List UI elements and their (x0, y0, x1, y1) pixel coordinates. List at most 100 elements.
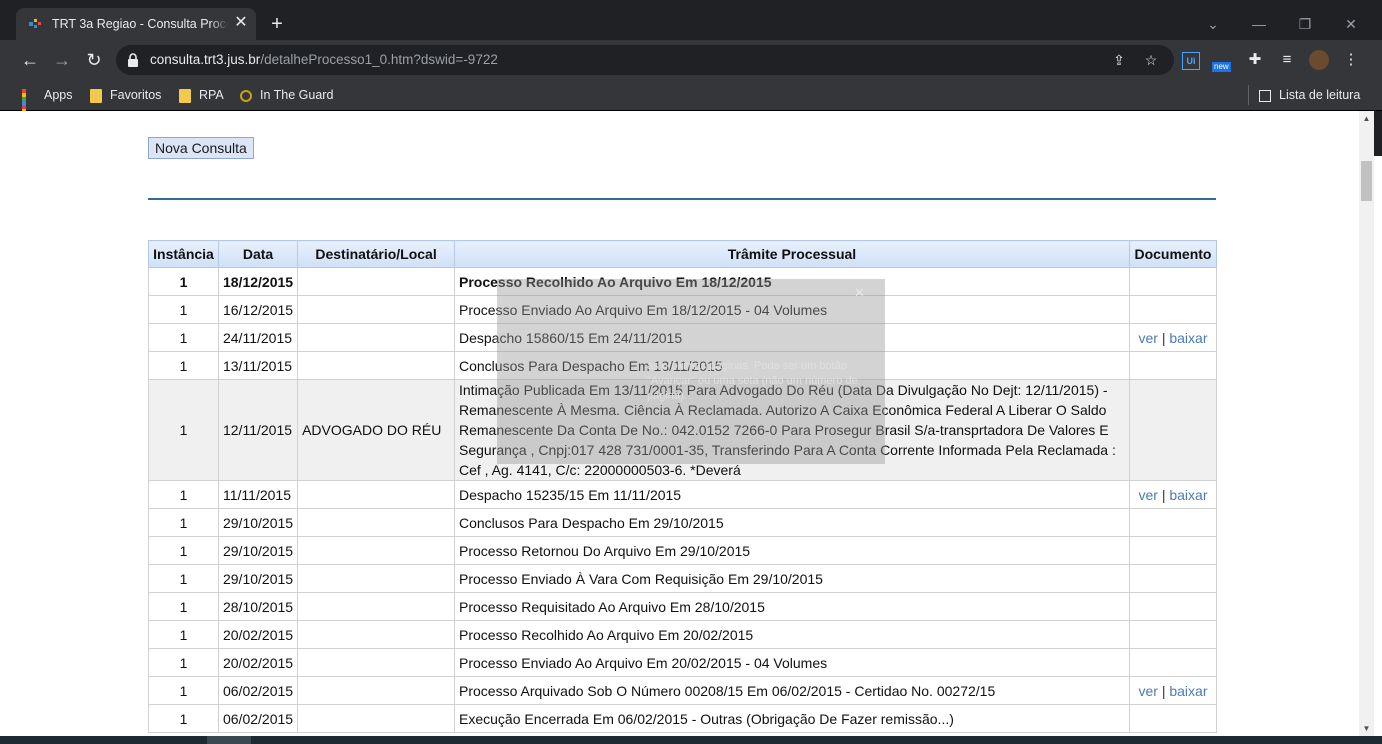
browser-toolbar: ← → ↻ consulta.trt3.jus.br/detalheProces… (0, 40, 1382, 80)
cell-documento (1128, 508, 1218, 537)
cell-data: 16/12/2015 (217, 295, 299, 324)
cell-instancia: 1 (148, 564, 219, 593)
new-tab-button[interactable]: + (266, 13, 288, 35)
cell-tramite: Processo Arquivado Sob O Número 00208/15… (454, 676, 1130, 705)
page-content: Nova Consulta Instância Data Destinatári… (0, 111, 1359, 744)
ver-link[interactable]: ver (1138, 683, 1157, 699)
bookmark-rpa-label: RPA (199, 88, 224, 102)
cell-instancia: 1 (148, 704, 219, 733)
menu-kebab-icon[interactable]: ⋮ (1340, 49, 1362, 71)
cell-data: 18/12/2015 (217, 267, 299, 296)
baixar-link[interactable]: baixar (1169, 487, 1207, 503)
browser-chrome: TRT 3a Regiao - Consulta Processual ✕ + … (0, 0, 1382, 125)
cell-destinatario (297, 592, 455, 621)
reading-list-button[interactable]: Lista de leitura (1259, 86, 1360, 104)
nova-consulta-button[interactable]: Nova Consulta (148, 137, 254, 159)
cell-tramite: Processo Recolhido Ao Arquivo Em 20/02/2… (454, 620, 1130, 649)
address-bar[interactable]: consulta.trt3.jus.br/detalheProcesso1_0.… (116, 45, 1174, 75)
bookmark-star-icon[interactable]: ☆ (1142, 51, 1160, 69)
forward-icon[interactable]: → (50, 49, 74, 71)
cell-tramite: Processo Enviado À Vara Com Requisição E… (454, 564, 1130, 593)
cell-tramite: Execução Encerrada Em 06/02/2015 - Outra… (454, 704, 1130, 733)
link-separator: | (1161, 682, 1166, 699)
tab-search-icon[interactable]: ⌄ (1198, 14, 1228, 34)
media-control-icon[interactable]: ≡ (1276, 49, 1298, 71)
table-header-row: Instância Data Destinatário/Local Trâmit… (148, 240, 1218, 268)
bookmarks-separator (1248, 85, 1249, 105)
guard-icon (240, 89, 252, 102)
folder-icon (90, 88, 102, 103)
table-row: 1 20/02/2015 Processo Enviado Ao Arquivo E… (148, 648, 1218, 677)
cell-documento (1128, 267, 1218, 296)
cell-documento (1128, 295, 1218, 324)
vertical-scrollbar[interactable]: ▲ ▼ (1359, 111, 1374, 736)
close-window-icon[interactable]: ✕ (1336, 14, 1366, 34)
reading-list-icon (1259, 89, 1271, 102)
header-data: Data (217, 240, 299, 268)
link-separator: | (1161, 486, 1166, 503)
cell-documento (1128, 379, 1218, 481)
header-instancia: Instância (148, 240, 219, 268)
scroll-down-icon[interactable]: ▼ (1359, 721, 1374, 736)
cell-data: 12/11/2015 (217, 379, 299, 481)
ver-link[interactable]: ver (1138, 487, 1157, 503)
bookmark-apps[interactable]: Apps (22, 86, 73, 125)
cell-instancia: 1 (148, 620, 219, 649)
back-icon[interactable]: ← (18, 49, 42, 71)
cell-destinatario (297, 351, 455, 380)
new-extension-icon[interactable]: new (1212, 49, 1234, 72)
table-row: 1 29/10/2015 Processo Retornou Do Arquivo … (148, 536, 1218, 565)
restore-icon[interactable]: ❐ (1290, 14, 1320, 34)
table-row: 1 29/10/2015 Conclusos Para Despacho Em 29… (148, 508, 1218, 537)
cell-destinatario (297, 267, 455, 296)
table-row: 1 20/02/2015 Processo Recolhido Ao Arquivo… (148, 620, 1218, 649)
header-destinatario: Destinatário/Local (297, 240, 455, 268)
overlay-close-icon[interactable]: ✕ (854, 285, 865, 301)
bookmark-favoritos[interactable]: Favoritos (90, 86, 161, 104)
scrollbar-thumb[interactable] (1361, 161, 1372, 201)
bookmark-in-the-guard[interactable]: In The Guard (240, 86, 333, 104)
tab-title: TRT 3a Regiao - Consulta Processual (52, 17, 228, 31)
browser-tab[interactable]: TRT 3a Regiao - Consulta Processual ✕ (16, 8, 256, 40)
cell-data: 20/02/2015 (217, 648, 299, 677)
cell-documento: ver | baixar (1128, 323, 1218, 352)
cell-documento (1128, 351, 1218, 380)
header-documento: Documento (1128, 240, 1218, 268)
cell-destinatario: ADVOGADO DO RÉU (297, 379, 455, 481)
tab-close-icon[interactable]: ✕ (233, 14, 249, 32)
ver-link[interactable]: ver (1138, 330, 1157, 346)
url-domain: consulta.trt3.jus.br (150, 52, 261, 67)
scroll-up-icon[interactable]: ▲ (1359, 111, 1374, 126)
profile-avatar-icon[interactable] (1308, 49, 1330, 71)
new-badge: new (1212, 62, 1231, 72)
bookmark-favoritos-label: Favoritos (110, 88, 162, 102)
cell-documento (1128, 648, 1218, 677)
share-icon[interactable]: ⇪ (1110, 51, 1128, 69)
baixar-link[interactable]: baixar (1169, 683, 1207, 699)
extensions-puzzle-icon[interactable]: ✚ (1244, 49, 1266, 71)
cell-documento (1128, 704, 1218, 733)
cell-destinatario (297, 295, 455, 324)
cell-instancia: 1 (148, 379, 219, 481)
url-path: /detalheProcesso1_0.htm?dswid=-9722 (260, 52, 498, 67)
minimize-icon[interactable]: — (1244, 14, 1274, 34)
cell-destinatario (297, 564, 455, 593)
baixar-link[interactable]: baixar (1169, 330, 1207, 346)
cell-data: 24/11/2015 (217, 323, 299, 352)
cell-tramite: Conclusos Para Despacho Em 29/10/2015 (454, 508, 1130, 537)
uipath-label: Ui (1182, 52, 1200, 70)
reload-icon[interactable]: ↻ (82, 49, 106, 71)
cell-instancia: 1 (148, 267, 219, 296)
cell-documento (1128, 620, 1218, 649)
cell-destinatario (297, 480, 455, 509)
cell-data: 06/02/2015 (217, 704, 299, 733)
cell-instancia: 1 (148, 592, 219, 621)
link-separator: | (1161, 329, 1166, 346)
apps-grid-icon (22, 88, 36, 125)
bookmark-apps-label: Apps (44, 88, 73, 102)
trt-favicon-icon (29, 19, 41, 28)
table-row: 1 11/11/2015 Despacho 15235/15 Em 11/11/20… (148, 480, 1218, 509)
uipath-extension-icon[interactable]: Ui (1180, 49, 1202, 71)
cell-data: 29/10/2015 (217, 508, 299, 537)
bookmark-rpa[interactable]: RPA (179, 86, 224, 104)
